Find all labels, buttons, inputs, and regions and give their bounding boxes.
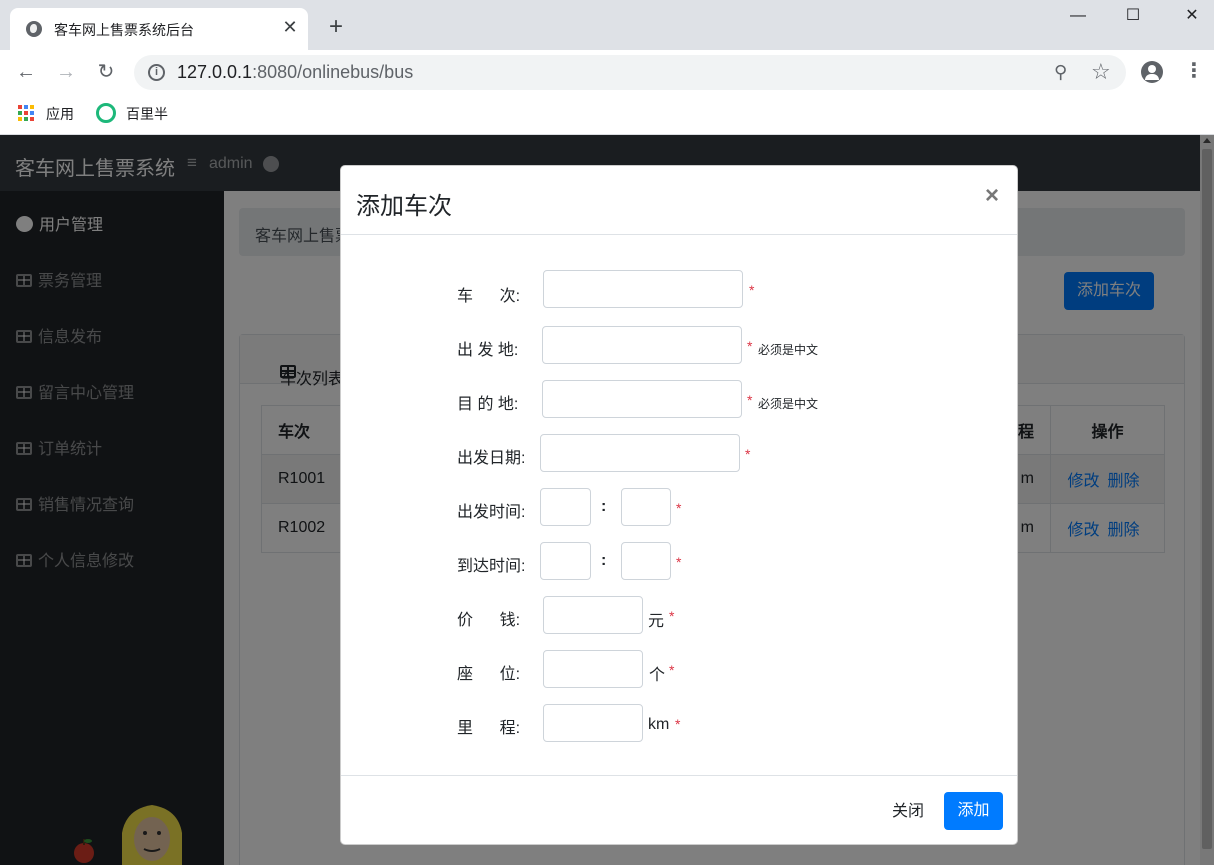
time-colon: :	[601, 498, 607, 515]
maximize-icon[interactable]: ☐	[1113, 4, 1153, 28]
close-icon[interactable]: ×	[985, 184, 999, 208]
forward-icon[interactable]: →	[53, 59, 79, 85]
label-price: 价 钱:	[457, 612, 521, 629]
depart-minute-input[interactable]	[621, 488, 671, 526]
arrive-minute-input[interactable]	[621, 542, 671, 580]
browser-tab[interactable]: 客车网上售票系统后台 ✕	[10, 8, 308, 50]
close-button[interactable]: 关闭	[881, 793, 935, 831]
label-departure: 出 发 地:	[457, 342, 519, 359]
unit-ge: 个	[649, 667, 666, 684]
required-mark: *	[745, 446, 751, 462]
label-depart-time: 出发时间:	[457, 504, 526, 521]
baiduban-icon	[96, 103, 116, 123]
label-distance: 里 程:	[457, 720, 521, 737]
bookmark-star-icon[interactable]: ☆	[1091, 59, 1111, 85]
depart-hour-input[interactable]	[540, 488, 591, 526]
modal-header: 添加车次 ×	[341, 166, 1017, 235]
unit-km: km	[648, 716, 670, 733]
window-close-icon[interactable]: ✕	[1172, 4, 1212, 28]
train-no-input[interactable]	[543, 270, 743, 308]
apps-icon[interactable]	[18, 105, 35, 122]
destination-input[interactable]	[542, 380, 742, 418]
modal-title: 添加车次	[356, 193, 452, 220]
distance-input[interactable]	[543, 704, 643, 742]
label-destination: 目 的 地:	[457, 396, 519, 413]
price-input[interactable]	[543, 596, 643, 634]
hint-chinese: 必须是中文	[758, 397, 819, 411]
minimize-icon[interactable]: —	[1058, 4, 1098, 28]
browser-tabstrip: 客车网上售票系统后台 ✕ + — ☐ ✕	[0, 0, 1214, 50]
required-mark: *	[669, 662, 675, 678]
tab-title: 客车网上售票系统后台	[54, 22, 194, 38]
hint-chinese: 必须是中文	[758, 343, 819, 357]
required-mark: *	[676, 500, 682, 516]
address-bar[interactable]: i 127.0.0.1:8080/onlinebus/bus ⚲ ☆	[134, 55, 1126, 90]
time-colon: :	[601, 552, 607, 569]
new-tab-icon[interactable]: +	[322, 14, 350, 42]
reload-icon[interactable]: ↻	[93, 59, 119, 85]
label-date: 出发日期:	[457, 450, 526, 467]
arrive-hour-input[interactable]	[540, 542, 591, 580]
zoom-icon[interactable]: ⚲	[1054, 62, 1067, 83]
label-seats: 座 位:	[457, 666, 521, 683]
bookmark-apps[interactable]: 应用	[46, 104, 74, 124]
required-mark: *	[675, 716, 681, 732]
bookmark-bailiban[interactable]: 百里半	[126, 104, 168, 124]
more-menu-icon[interactable]: ⋮	[1184, 58, 1204, 83]
tab-close-icon[interactable]: ✕	[280, 17, 300, 37]
info-icon[interactable]: i	[148, 64, 165, 81]
app-viewport: 客车网上售票系统 ≡ admin 用户管理 票务管理 信息发布 留言中心管理 订…	[0, 135, 1214, 865]
bookmarks-bar: 应用 百里半	[0, 94, 1214, 135]
profile-icon[interactable]	[1141, 61, 1163, 83]
required-mark: *	[747, 338, 753, 354]
modal-footer: 关闭 添加	[341, 775, 1017, 846]
label-arrive-time: 到达时间:	[457, 558, 526, 575]
browser-toolbar: ← → ↻ i 127.0.0.1:8080/onlinebus/bus ⚲ ☆…	[0, 50, 1214, 94]
required-mark: *	[676, 554, 682, 570]
add-trip-modal: 添加车次 × 车 次: * 出 发 地: * 必须是中文 目 的 地: * 必须…	[340, 165, 1018, 845]
add-button[interactable]: 添加	[944, 792, 1003, 830]
required-mark: *	[749, 282, 755, 298]
seats-input[interactable]	[543, 650, 643, 688]
required-mark: *	[747, 392, 753, 408]
globe-icon	[26, 21, 42, 37]
required-mark: *	[669, 608, 675, 624]
departure-input[interactable]	[542, 326, 742, 364]
back-icon[interactable]: ←	[13, 59, 39, 85]
label-train-no: 车 次:	[457, 288, 521, 305]
date-input[interactable]	[540, 434, 740, 472]
unit-yuan: 元	[648, 613, 665, 630]
url-text: 127.0.0.1:8080/onlinebus/bus	[177, 62, 414, 82]
